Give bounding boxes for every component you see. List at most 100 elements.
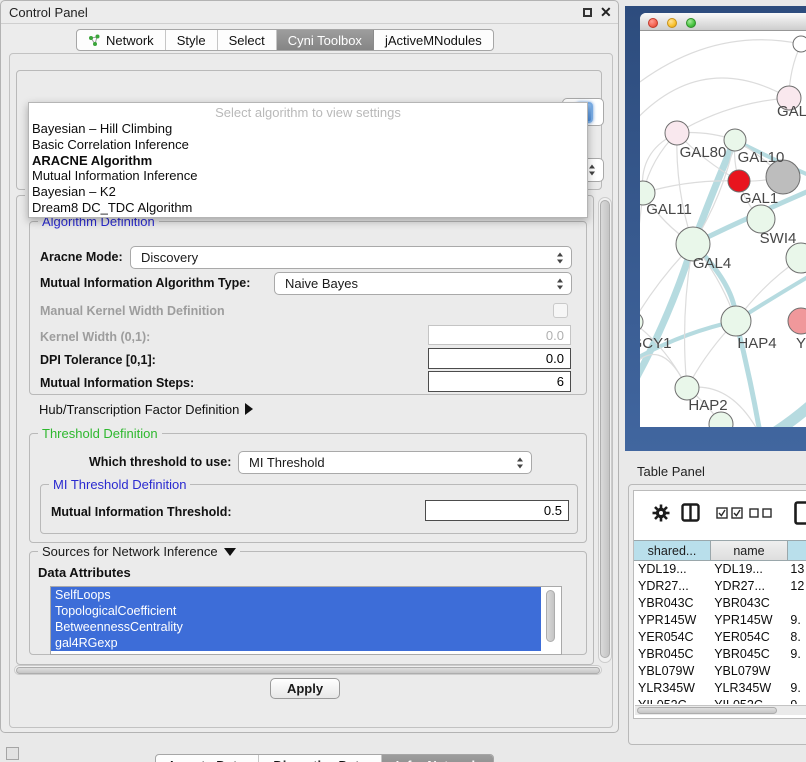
algorithm-option[interactable]: Dream8 DC_TDC Algorithm: [29, 200, 587, 216]
table-row[interactable]: YBL079WYBL079W: [634, 663, 806, 680]
tab-select[interactable]: Select: [218, 30, 277, 50]
hub-definition-expander[interactable]: Hub/Transcription Factor Definition: [39, 402, 253, 417]
tab-network[interactable]: Network: [77, 30, 166, 50]
table-column-header[interactable]: name: [711, 540, 788, 561]
table-cell: YER054C: [710, 629, 786, 646]
mi-threshold-input[interactable]: 0.5: [425, 500, 569, 521]
algorithm-option[interactable]: Bayesian – Hill Climbing: [29, 121, 587, 137]
settings-scrollbar-thumb[interactable]: [600, 200, 610, 658]
aracne-mode-label: Aracne Mode:: [40, 250, 123, 264]
table-row[interactable]: YDR27...YDR27...12: [634, 578, 806, 595]
close-icon[interactable]: ✕: [600, 4, 612, 21]
table-cell: YBL079W: [710, 663, 786, 680]
network-canvas[interactable]: GALGAL80GAL10GAL1GAL11SWI4GAL4GCY1HAP4YH…: [640, 31, 806, 427]
spinner-arrows-icon: [557, 278, 564, 289]
network-edge[interactable]: [643, 181, 739, 193]
network-edge[interactable]: [677, 98, 789, 133]
minimize-traffic-light-icon[interactable]: [667, 18, 677, 28]
table-toolbar: [634, 491, 806, 540]
algorithm-option[interactable]: Mutual Information Inference: [29, 168, 587, 184]
table-scrollbar-horizontal[interactable]: [635, 705, 806, 715]
which-threshold-value: MI Threshold: [249, 455, 325, 470]
network-node[interactable]: [793, 36, 806, 52]
mi-steps-label: Mutual Information Steps:: [40, 376, 194, 390]
table-row[interactable]: YBR043CYBR043C: [634, 595, 806, 612]
aracne-mode-combobox[interactable]: Discovery: [130, 246, 572, 269]
table-row[interactable]: YER054CYER054C8.: [634, 629, 806, 646]
zoom-traffic-light-icon[interactable]: [686, 18, 696, 28]
network-edge[interactable]: [640, 40, 801, 91]
attributes-scrollbar-thumb[interactable]: [546, 590, 555, 642]
kernel-width-label: Kernel Width (0,1):: [40, 330, 150, 344]
tab-style[interactable]: Style: [166, 30, 218, 50]
network-edge[interactable]: [640, 78, 789, 126]
column-panel-icon[interactable]: [681, 503, 700, 522]
data-attribute-item[interactable]: TopologicalCoefficient: [51, 603, 541, 619]
table-row[interactable]: YIL052CYIL052C9.: [634, 697, 806, 704]
dpi-tolerance-input[interactable]: 0.0: [428, 348, 571, 369]
mi-steps-input[interactable]: 6: [428, 371, 571, 392]
data-attributes-list[interactable]: SelfLoopsTopologicalCoefficientBetweenne…: [50, 586, 562, 655]
table-column-header[interactable]: shared...: [634, 540, 711, 561]
unselect-all-columns-icon[interactable]: [749, 508, 773, 518]
algorithm-option[interactable]: ARACNE Algorithm: [29, 153, 587, 169]
which-threshold-combobox[interactable]: MI Threshold: [238, 451, 532, 474]
network-node[interactable]: [786, 243, 806, 273]
mi-threshold-definition-group: MI Threshold Definition Mutual Informati…: [40, 484, 578, 534]
settings-scrollbar-horizontal[interactable]: [14, 665, 602, 675]
algorithm-option[interactable]: Basic Correlation Inference: [29, 137, 587, 153]
network-node-label: HAP4: [737, 335, 776, 352]
sources-title-expander[interactable]: Sources for Network Inference: [38, 544, 240, 559]
kernel-width-input[interactable]: 0.0: [428, 325, 571, 345]
network-node-y[interactable]: [788, 308, 806, 334]
data-attribute-item[interactable]: gal4RGexp: [51, 635, 541, 651]
tab-impute-data[interactable]: Impute Data: [156, 755, 259, 762]
settings-scrollbar-vertical[interactable]: [598, 197, 612, 663]
table-cell: YER054C: [634, 629, 710, 646]
table-row[interactable]: YPR145WYPR145W9.: [634, 612, 806, 629]
select-all-columns-icon[interactable]: [716, 507, 744, 519]
float-window-icon[interactable]: [583, 8, 592, 17]
manual-kernel-checkbox[interactable]: [553, 303, 568, 318]
table-row[interactable]: YLR345WYLR345W9.: [634, 680, 806, 697]
tab-discretize-data[interactable]: Discretize Data: [259, 755, 381, 762]
table-row[interactable]: YBR045CYBR045C9.: [634, 646, 806, 663]
tab-label: Cyni Toolbox: [288, 33, 362, 48]
gear-icon[interactable]: [651, 503, 671, 523]
attributes-scrollbar[interactable]: [545, 590, 557, 650]
network-node-swi4[interactable]: [747, 205, 775, 233]
tab-cyni-toolbox[interactable]: Cyni Toolbox: [277, 30, 374, 50]
cyni-algorithm-settings-group: Cyni Algorithm Settings Algorithm Defini…: [16, 195, 594, 665]
table-cell: YDL19...: [634, 561, 710, 578]
network-node-hap4[interactable]: [721, 306, 751, 336]
table-column-header[interactable]: [788, 540, 806, 561]
table-header-row: shared...name: [634, 540, 806, 561]
table-scrollbar-thumb[interactable]: [637, 707, 777, 714]
collapse-down-icon: [224, 548, 236, 556]
table-row[interactable]: YDL19...YDL19...13: [634, 561, 806, 578]
apply-button[interactable]: Apply: [270, 678, 340, 699]
spinner-arrows-icon: [589, 165, 596, 176]
data-attribute-item[interactable]: BetweennessCentrality: [51, 619, 541, 635]
data-attribute-item[interactable]: SelfLoops: [51, 587, 541, 603]
mi-type-value: Naive Bayes: [285, 276, 358, 291]
panel-toggle-button[interactable]: [6, 747, 19, 760]
threshold-definition-group: Threshold Definition Which threshold to …: [29, 433, 587, 543]
network-node[interactable]: [709, 412, 733, 427]
table-cell: 9.: [786, 697, 806, 704]
network-node-label: SWI4: [760, 230, 797, 247]
tab-jactivemnodules[interactable]: jActiveMNodules: [374, 30, 493, 50]
export-table-icon[interactable]: [794, 501, 806, 525]
settings-scrollbar-h-thumb[interactable]: [16, 667, 600, 674]
network-node-gal1[interactable]: [728, 170, 750, 192]
close-traffic-light-icon[interactable]: [648, 18, 658, 28]
tab-infer-network[interactable]: Infer Network: [382, 755, 493, 762]
table-cell: YPR145W: [634, 612, 710, 629]
mi-algorithm-type-combobox[interactable]: Naive Bayes: [274, 272, 572, 295]
algorithm-popup-placeholder: Select algorithm to view settings: [29, 105, 587, 121]
network-node-gal80[interactable]: [665, 121, 689, 145]
table-cell: YBR043C: [710, 595, 786, 612]
algorithm-option[interactable]: Bayesian – K2: [29, 184, 587, 200]
network-node-label: GAL1: [740, 190, 778, 207]
network-node-gal10[interactable]: [724, 129, 746, 151]
